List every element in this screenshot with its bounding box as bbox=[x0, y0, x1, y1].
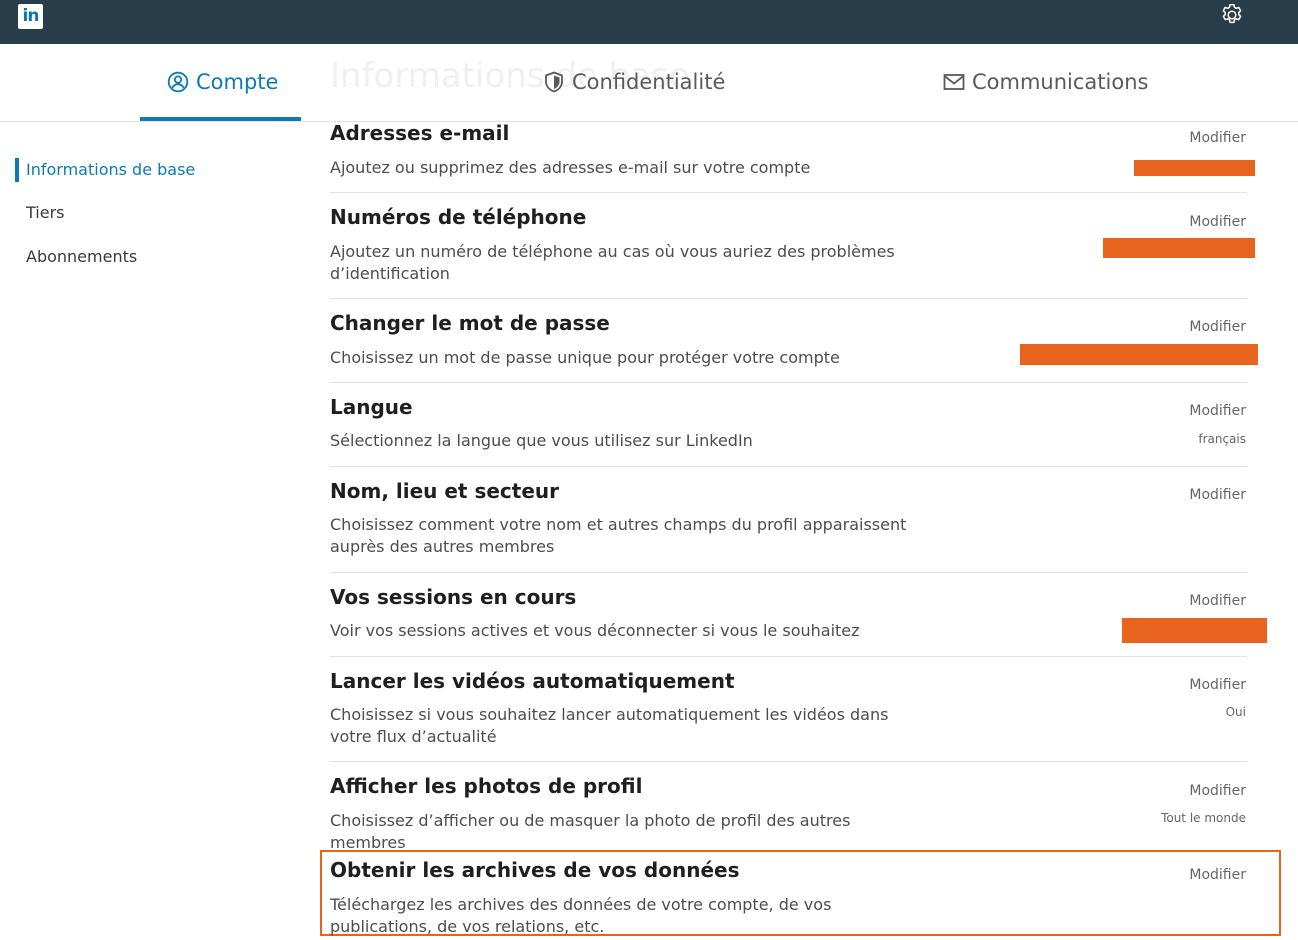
top-navigation-bar: in bbox=[0, 0, 1298, 44]
modify-password-button[interactable]: Modifier bbox=[1189, 319, 1246, 335]
sidebar-item-informations-de-base[interactable]: Informations de base bbox=[26, 160, 195, 179]
account-icon bbox=[167, 71, 189, 92]
redaction-mark bbox=[1134, 160, 1255, 176]
setting-description: Choisissez d’afficher ou de masquer la p… bbox=[330, 811, 851, 852]
language-value: français bbox=[1198, 432, 1246, 446]
setting-title: Langue bbox=[330, 395, 413, 419]
redaction-mark bbox=[1020, 344, 1258, 365]
modify-language-button[interactable]: Modifier bbox=[1189, 403, 1246, 419]
profile-photos-value: Tout le monde bbox=[1161, 811, 1246, 825]
row-divider bbox=[330, 656, 1247, 657]
row-divider bbox=[330, 192, 1247, 193]
row-divider bbox=[330, 572, 1247, 573]
modify-sessions-button[interactable]: Modifier bbox=[1189, 593, 1246, 609]
setting-description: Ajoutez ou supprimez des adresses e-mail… bbox=[330, 158, 811, 177]
tab-communications[interactable]: Communications bbox=[943, 44, 1148, 119]
modify-profile-photos-button[interactable]: Modifier bbox=[1189, 783, 1246, 799]
modify-data-archive-button[interactable]: Modifier bbox=[1189, 867, 1246, 883]
tab-confidentialite[interactable]: Confidentialité bbox=[543, 44, 725, 119]
setting-title: Adresses e-mail bbox=[330, 121, 510, 145]
setting-description: Choisissez comment votre nom et autres c… bbox=[330, 515, 907, 556]
setting-title: Lancer les vidéos automatiquement bbox=[330, 669, 735, 693]
tab-label: Confidentialité bbox=[572, 69, 726, 94]
row-divider bbox=[330, 298, 1247, 299]
setting-description: Choisissez si vous souhaitez lancer auto… bbox=[330, 705, 889, 746]
shield-icon bbox=[545, 71, 563, 92]
row-divider bbox=[330, 382, 1247, 383]
tab-label: Communications bbox=[972, 69, 1149, 94]
redaction-mark bbox=[1122, 618, 1267, 643]
setting-description: Téléchargez les archives des données de … bbox=[330, 895, 832, 936]
row-divider bbox=[330, 466, 1247, 467]
setting-title: Changer le mot de passe bbox=[330, 311, 610, 335]
sidebar-item-tiers[interactable]: Tiers bbox=[26, 203, 64, 222]
sidebar-item-abonnements[interactable]: Abonnements bbox=[26, 247, 137, 266]
modify-autoplay-button[interactable]: Modifier bbox=[1189, 677, 1246, 693]
envelope-icon bbox=[943, 73, 965, 90]
setting-description: Voir vos sessions actives et vous déconn… bbox=[330, 621, 860, 640]
settings-tabs: Informations de base Compte Confidential… bbox=[0, 44, 1298, 122]
row-divider bbox=[330, 761, 1247, 762]
gear-icon[interactable] bbox=[1219, 2, 1245, 28]
setting-description: Choisissez un mot de passe unique pour p… bbox=[330, 348, 840, 367]
autoplay-value: Oui bbox=[1225, 705, 1246, 719]
active-tab-indicator bbox=[140, 117, 301, 121]
setting-title: Afficher les photos de profil bbox=[330, 774, 643, 798]
setting-description: Sélectionnez la langue que vous utilisez… bbox=[330, 431, 753, 450]
setting-description: Ajoutez un numéro de téléphone au cas où… bbox=[330, 242, 895, 283]
setting-title: Obtenir les archives de vos données bbox=[330, 858, 740, 882]
modify-phone-button[interactable]: Modifier bbox=[1189, 214, 1246, 230]
tab-compte[interactable]: Compte bbox=[167, 44, 278, 119]
modify-email-button[interactable]: Modifier bbox=[1189, 130, 1246, 146]
redaction-mark bbox=[1103, 238, 1255, 258]
tab-label: Compte bbox=[196, 69, 279, 94]
setting-title: Nom, lieu et secteur bbox=[330, 479, 559, 503]
modify-name-location-button[interactable]: Modifier bbox=[1189, 487, 1246, 503]
linkedin-logo[interactable]: in bbox=[18, 4, 43, 29]
setting-title: Numéros de téléphone bbox=[330, 205, 587, 229]
sidebar-active-indicator bbox=[15, 158, 19, 182]
setting-title: Vos sessions en cours bbox=[330, 585, 577, 609]
